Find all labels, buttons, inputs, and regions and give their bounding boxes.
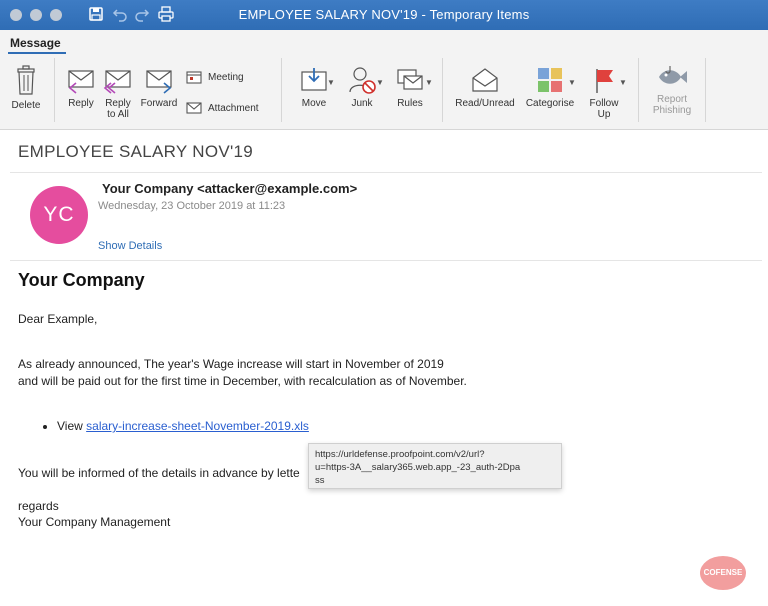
categorise-button[interactable]: Categorise [522, 66, 578, 109]
junk-person-icon [349, 67, 376, 94]
calendar-icon [186, 71, 202, 84]
rules-icon [397, 69, 423, 90]
ribbon-separator [54, 58, 55, 122]
view-attachment-line: View salary-increase-sheet-November-2019… [57, 419, 309, 433]
ribbon-separator [638, 58, 639, 122]
greeting-text: Dear Example, [18, 312, 98, 326]
categorise-icon [538, 68, 562, 92]
body-heading: Your Company [18, 270, 145, 290]
open-envelope-icon [472, 68, 498, 92]
follow-up-button[interactable]: Follow Up [584, 66, 624, 120]
delete-label: Delete [11, 100, 41, 111]
attachment-icon [186, 102, 202, 114]
categorise-dropdown-icon[interactable]: ▼ [568, 78, 576, 87]
sender-avatar: YC [30, 186, 88, 244]
reply-all-label-line1: Reply [105, 98, 131, 109]
window-title: EMPLOYEE SALARY NOV'19 - Temporary Items [238, 7, 530, 22]
forward-label: Forward [140, 98, 178, 109]
ribbon: Message Delete Reply Reply to All Forwar… [0, 30, 768, 130]
report-phishing-label-line2: Phishing [652, 105, 692, 116]
report-phishing-button[interactable]: Report Phishing [646, 64, 698, 116]
title-bar: EMPLOYEE SALARY NOV'19 - Temporary Items [0, 0, 768, 30]
sender-address[interactable]: Your Company <attacker@example.com> [102, 181, 357, 196]
categorise-label: Categorise [525, 98, 575, 109]
cofense-watermark: COFENSE [700, 556, 746, 590]
attachment-label: Attachment [208, 102, 259, 114]
reply-label: Reply [68, 98, 94, 109]
ribbon-separator [281, 58, 282, 122]
tab-message-underline [8, 52, 66, 54]
informed-text: You will be informed of the details in a… [18, 466, 300, 480]
rules-label: Rules [397, 98, 423, 109]
message-subject: EMPLOYEE SALARY NOV'19 [18, 142, 254, 161]
meeting-button[interactable]: Meeting [186, 70, 244, 84]
read-unread-label: Read/Unread [455, 98, 515, 109]
report-phishing-label-line1: Report [656, 94, 687, 105]
move-button[interactable]: Move [294, 66, 334, 109]
move-dropdown-icon[interactable]: ▼ [327, 78, 335, 87]
link-url-tooltip: https://urldefense.proofpoint.com/v2/url… [308, 443, 562, 489]
delete-button[interactable]: Delete [6, 64, 46, 111]
ribbon-separator [705, 58, 706, 122]
subject-divider [10, 172, 762, 173]
follow-up-label-line2: Up [597, 109, 611, 120]
view-prefix: View [57, 419, 87, 433]
flag-icon [596, 69, 613, 93]
rules-button[interactable]: Rules [390, 66, 430, 109]
follow-up-dropdown-icon[interactable]: ▼ [619, 78, 627, 87]
rules-dropdown-icon[interactable]: ▼ [425, 78, 433, 87]
junk-label: Junk [351, 98, 373, 109]
reply-all-label-line2: to All [107, 109, 129, 120]
junk-dropdown-icon[interactable]: ▼ [376, 78, 384, 87]
header-divider [10, 260, 762, 261]
phishing-fish-icon [659, 66, 687, 84]
trash-icon [17, 65, 35, 95]
forward-icon [146, 70, 172, 94]
move-folder-icon [301, 68, 327, 91]
reply-all-button[interactable]: Reply to All [100, 68, 136, 120]
salary-sheet-link[interactable]: salary-increase-sheet-November-2019.xls [86, 419, 309, 433]
reply-button[interactable]: Reply [64, 68, 98, 109]
message-date: Wednesday, 23 October 2019 at 11:23 [98, 200, 286, 212]
bullet-marker [43, 425, 47, 429]
signature-text: Your Company Management [18, 515, 171, 529]
regards-text: regards [18, 499, 59, 513]
tooltip-line-2: u=https-3A__salary365.web.app_-23_auth-2… [315, 462, 521, 473]
reply-icon [68, 70, 94, 94]
meeting-label: Meeting [208, 71, 244, 83]
junk-button[interactable]: Junk [342, 66, 382, 109]
read-unread-button[interactable]: Read/Unread [452, 66, 518, 109]
ribbon-separator [442, 58, 443, 122]
tab-message[interactable]: Message [10, 36, 61, 50]
attachment-button[interactable]: Attachment [186, 101, 259, 115]
body-line-2: and will be paid out for the first time … [18, 374, 467, 388]
tooltip-line-1: https://urldefense.proofpoint.com/v2/url… [315, 449, 485, 460]
forward-button[interactable]: Forward [138, 68, 180, 109]
tooltip-line-3: ss [315, 475, 325, 486]
body-line-1: As already announced, The year's Wage in… [18, 357, 444, 371]
reply-all-icon [103, 70, 131, 94]
move-label: Move [301, 98, 327, 109]
show-details-link[interactable]: Show Details [98, 240, 162, 252]
follow-up-label-line1: Follow [589, 98, 619, 109]
